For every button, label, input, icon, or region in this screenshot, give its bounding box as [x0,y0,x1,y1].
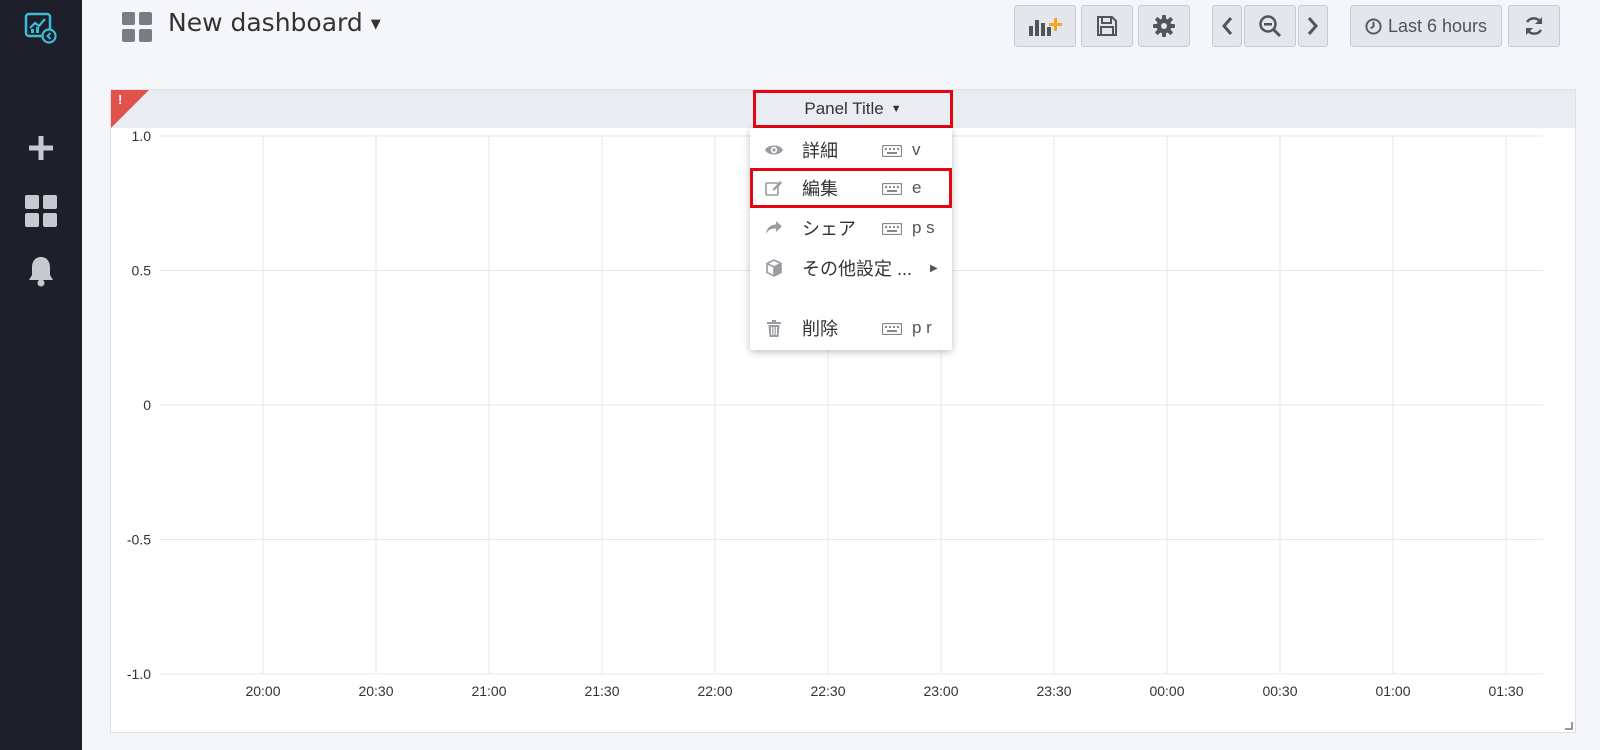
x-tick-label: 20:30 [358,683,393,699]
zoom-out-button[interactable] [1244,5,1296,47]
dashboards-grid-icon [25,195,57,227]
clock-icon [1365,17,1382,35]
keyboard-icon [881,144,903,158]
y-tick-label: 0 [143,397,151,413]
top-navbar: New dashboard ▼ Last 6 hours [82,0,1600,56]
y-tick-label: -1.0 [127,666,151,682]
x-tick-label: 20:00 [245,683,280,699]
caret-down-icon: ▼ [370,16,381,32]
menu-item-more[interactable]: その他設定 ... ▶ [750,248,952,288]
refresh-button[interactable] [1508,5,1560,47]
x-tick-label: 21:00 [471,683,506,699]
time-range-picker[interactable]: Last 6 hours [1350,5,1502,47]
bell-icon [29,257,53,287]
plus-icon [29,136,53,160]
cube-icon [764,259,784,277]
x-tick-label: 00:30 [1262,683,1297,699]
x-tick-label: 00:00 [1149,683,1184,699]
menu-item-label: 詳細 [802,141,838,161]
trash-icon [764,319,784,337]
panel-title: Panel Title [804,99,884,118]
chevron-right-icon [1307,17,1318,35]
save-icon [1097,16,1117,36]
share-icon [764,219,784,237]
time-range-label: Last 6 hours [1387,15,1488,36]
x-tick-label: 01:30 [1488,683,1523,699]
dashboards-grid-icon [122,12,152,42]
y-tick-label: 0.5 [132,263,152,279]
zoom-out-icon [1259,15,1282,38]
menu-item-label: その他設定 ... [802,259,913,279]
eye-icon [764,141,784,159]
panel-header: ! Panel Title ▼ [111,90,1575,128]
error-mark: ! [118,92,123,107]
menu-item-shortcut: p s [912,218,935,237]
x-tick-label: 23:30 [1036,683,1071,699]
gear-icon [1153,15,1175,37]
menu-item-edit[interactable]: 編集 e [750,168,952,208]
panel-context-menu: 詳細 v 編集 e シェア p s その他設定 ... ▶ 削除 p r [750,128,952,350]
keyboard-icon [881,182,903,196]
menu-item-shortcut: p r [912,318,932,337]
caret-down-icon: ▼ [890,103,902,115]
chevron-left-icon [1222,17,1233,35]
menu-item-share[interactable]: シェア p s [750,208,952,248]
x-tick-label: 21:30 [584,683,619,699]
menu-item-label: 削除 [802,319,838,339]
grafana-logo-icon[interactable] [22,10,60,46]
edit-icon [764,179,784,197]
x-tick-label: 23:00 [923,683,958,699]
x-tick-label: 01:00 [1375,683,1410,699]
settings-button[interactable] [1138,5,1190,47]
menu-item-view[interactable]: 詳細 v [750,130,952,170]
sidebar [0,0,82,750]
sidebar-item-dashboards[interactable] [21,191,61,231]
submenu-arrow-icon: ▶ [930,262,938,274]
add-panel-icon [1029,18,1062,36]
time-shift-forward-button[interactable] [1298,5,1328,47]
menu-item-label: 編集 [802,179,838,199]
x-tick-label: 22:30 [810,683,845,699]
menu-item-label: シェア [802,219,856,239]
dashboard-title: New dashboard [168,8,363,37]
y-tick-label: 1.0 [132,128,152,144]
dashboard-title-picker[interactable]: New dashboard ▼ [168,8,381,37]
x-tick-label: 22:00 [697,683,732,699]
time-shift-back-button[interactable] [1212,5,1242,47]
refresh-icon [1525,17,1543,35]
add-panel-button[interactable] [1014,5,1076,47]
sidebar-item-alerting[interactable] [21,251,61,291]
sidebar-item-create[interactable] [21,128,61,168]
menu-item-shortcut: e [912,178,922,197]
menu-item-remove[interactable]: 削除 p r [750,308,952,348]
panel-title-menu-trigger[interactable]: Panel Title ▼ [753,90,953,128]
menu-item-shortcut: v [912,140,921,159]
panel-error-indicator[interactable] [111,90,149,128]
keyboard-icon [881,222,903,236]
save-button[interactable] [1081,5,1133,47]
keyboard-icon [881,322,903,336]
y-tick-label: -0.5 [127,532,151,548]
panel-resize-handle[interactable] [1565,722,1573,730]
